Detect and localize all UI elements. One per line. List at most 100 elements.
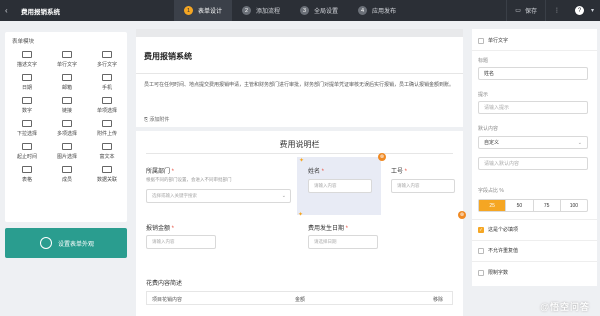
form-style-button[interactable]: 设置表单外观: [5, 228, 127, 258]
chevron-down-icon: ⌄: [577, 140, 582, 146]
component-panel: 表单模块 描述文字 单行文字 多行文字 日期 邮箱 手机 数字 链接 单项选择 …: [5, 32, 127, 222]
widget-label: 邮箱: [61, 84, 72, 91]
widget-label: 图片选择: [56, 153, 77, 160]
move-handle-icon[interactable]: ✦: [299, 157, 305, 164]
widget-rich-text[interactable]: 富文本: [88, 140, 126, 162]
top-right-actions: ▭ 保存 ⋮ ? ▾: [506, 0, 600, 21]
default-select[interactable]: 自定义 ⌄: [478, 136, 588, 149]
step-number: 3: [300, 6, 310, 15]
amount-input[interactable]: 请输入内容: [146, 235, 216, 249]
divider: [136, 73, 463, 74]
widget-time-range[interactable]: 起止时间: [8, 140, 46, 162]
name-input[interactable]: 请输入内容: [308, 179, 372, 193]
widget-member[interactable]: 成员: [48, 163, 86, 185]
amount-field-label: 报销金额 *: [146, 223, 174, 232]
save-button[interactable]: ▭ 保存: [506, 0, 545, 21]
widget-attachment[interactable]: 附件上传: [88, 117, 126, 139]
widget-label: 下拉选择: [16, 130, 37, 137]
widget-number[interactable]: 数字: [8, 94, 46, 116]
step-global-settings[interactable]: 3 全局设置: [290, 0, 348, 21]
timerange-icon: [22, 142, 32, 150]
save-label: 保存: [524, 9, 537, 15]
label-text: 所属部门: [146, 169, 171, 175]
attach-label: 添加附件: [149, 117, 170, 123]
input-icon: [62, 50, 72, 58]
chevron-down-icon: ⌄: [281, 193, 286, 199]
delete-field-icon[interactable]: ⊗: [378, 153, 386, 161]
type-label: 单行文字: [488, 38, 509, 44]
widget-single-line[interactable]: 单行文字: [48, 48, 86, 70]
title-input[interactable]: 姓名: [478, 67, 588, 80]
step-form-design[interactable]: 1 表单设计: [174, 0, 233, 21]
style-button-label: 设置表单外观: [58, 241, 95, 248]
job-input[interactable]: 请输入内容: [391, 179, 455, 193]
checkbox-icon: [62, 119, 72, 127]
label-text: 工号: [391, 169, 404, 175]
placeholder: 选择或输入关键字搜索: [152, 193, 197, 198]
width-option-100[interactable]: 100: [561, 200, 587, 211]
widget-label: 多行文字: [96, 61, 117, 68]
step-publish[interactable]: 4 应用发布: [348, 0, 406, 21]
input-type-icon: [478, 37, 484, 44]
save-icon: ▭: [515, 8, 521, 14]
placeholder: 请输入内容: [152, 239, 175, 244]
date-input[interactable]: 请选择日期: [308, 235, 378, 249]
default-input[interactable]: 请输入默认内容: [478, 157, 588, 170]
form-description[interactable]: 员工可在任何时间、地点提交费用报销申请，主管和财务部门进行审批，财务部门对提单凭…: [144, 81, 456, 90]
user-menu-icon[interactable]: ▾: [591, 7, 594, 14]
radio-icon: [102, 96, 112, 104]
move-handle-icon[interactable]: ✦: [298, 211, 304, 218]
widget-table[interactable]: 表格: [8, 163, 46, 185]
width-option-50[interactable]: 50: [506, 200, 534, 211]
help-icon[interactable]: ?: [574, 6, 584, 15]
more-button[interactable]: ⋮: [544, 0, 568, 21]
required-checkbox[interactable]: ✓ 这是个必填项: [478, 226, 518, 233]
hint-input[interactable]: 请输入提示: [478, 101, 588, 114]
widget-label: 单行文字: [56, 61, 77, 68]
mail-icon: [62, 73, 72, 81]
widget-phone[interactable]: 手机: [88, 71, 126, 93]
widget-image[interactable]: 图片选择: [48, 140, 86, 162]
text-icon: [22, 50, 32, 58]
widget-label: 附件上传: [96, 130, 117, 137]
palette-icon: [40, 237, 52, 249]
relation-icon: [102, 165, 112, 173]
limit-chars-checkbox[interactable]: 限制字数: [478, 269, 508, 276]
step-label: 表单设计: [198, 9, 223, 15]
date-icon: [22, 73, 32, 81]
width-option-25[interactable]: 25: [479, 200, 507, 211]
step-add-flow[interactable]: 2 添加流程: [232, 0, 290, 21]
hint-label: 提示: [478, 92, 489, 98]
number-icon: [22, 96, 32, 104]
no-duplicate-checkbox[interactable]: 不允许重复值: [478, 247, 518, 254]
widget-link[interactable]: 链接: [48, 94, 86, 116]
widget-data-relation[interactable]: 数据关联: [88, 163, 126, 185]
form-title[interactable]: 费用报销系统: [144, 51, 192, 62]
step-number: 1: [184, 6, 193, 15]
form-header[interactable]: 费用报销系统 员工可在任何时间、地点提交费用报销申请，主管和财务部门进行审批，财…: [136, 29, 463, 127]
step-number: 2: [242, 6, 252, 15]
image-icon: [62, 142, 72, 150]
widget-label: 数据关联: [96, 176, 117, 183]
widget-label: 单项选择: [96, 107, 117, 114]
widget-text[interactable]: 描述文字: [8, 48, 46, 70]
widget-checkbox[interactable]: 多项选择: [48, 117, 86, 139]
dropdown-icon: [22, 119, 32, 127]
add-attachment-button[interactable]: ⎘ 添加附件: [144, 116, 169, 123]
width-option-75[interactable]: 75: [534, 200, 561, 211]
job-field-label: 工号 *: [391, 166, 407, 175]
delete-field-icon[interactable]: ⊗: [458, 211, 466, 219]
placeholder: 请输入内容: [397, 183, 420, 188]
step-nav: 1 表单设计 2 添加流程 3 全局设置 4 应用发布: [174, 0, 406, 21]
widget-email[interactable]: 邮箱: [48, 71, 86, 93]
widget-multi-line[interactable]: 多行文字: [88, 48, 126, 70]
attach-icon: [102, 119, 112, 127]
divider: [472, 240, 597, 241]
widget-date[interactable]: 日期: [8, 71, 46, 93]
widget-radio[interactable]: 单项选择: [88, 94, 126, 116]
widget-dropdown[interactable]: 下拉选择: [8, 117, 46, 139]
required-mark: *: [170, 226, 175, 232]
back-arrow-icon[interactable]: ‹: [5, 6, 15, 15]
dept-select[interactable]: 选择或输入关键字搜索 ⌄: [146, 189, 291, 203]
checkbox-box: [478, 247, 484, 254]
